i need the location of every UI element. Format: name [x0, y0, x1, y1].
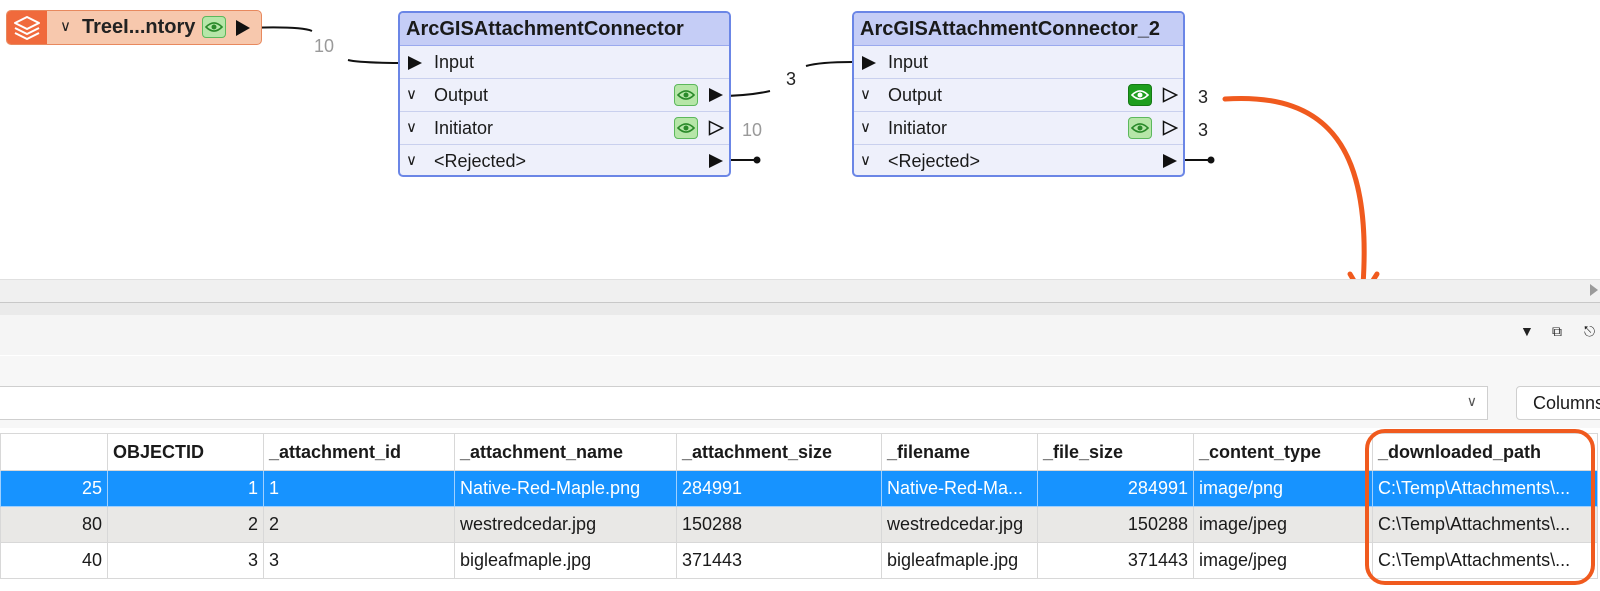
feature-type-selector[interactable]: ∨ — [0, 386, 1488, 420]
column-header-file-size[interactable]: _file_size — [1037, 433, 1194, 471]
input-port-icon[interactable] — [407, 55, 423, 71]
cell-attachment-name: westredcedar.jpg — [454, 506, 677, 543]
layers-icon — [7, 11, 47, 44]
port-label: <Rejected> — [888, 151, 981, 171]
chevron-down-icon[interactable]: ∨ — [860, 79, 871, 111]
column-header-attachment-id[interactable]: _attachment_id — [263, 433, 455, 471]
chevron-down-icon[interactable]: ∨ — [406, 145, 417, 175]
port-output[interactable]: ∨ Output — [854, 79, 1183, 112]
port-label: Output — [434, 85, 489, 105]
cell-file-size: 150288 — [1037, 506, 1194, 543]
filter-bar: ∨ Columns — [0, 386, 1600, 428]
inspector-toolbar — [0, 356, 1600, 387]
scroll-right-arrow-icon[interactable] — [1590, 284, 1598, 296]
feature-count-connector2-output: 3 — [1198, 87, 1209, 107]
chevron-down-icon[interactable]: ∨ — [1467, 393, 1477, 410]
transformer-title: ArcGISAttachmentConnector_2 — [854, 13, 1183, 46]
output-port-icon[interactable] — [1162, 153, 1178, 169]
columns-button[interactable]: Columns — [1516, 386, 1600, 420]
cell-attachment-size: 371443 — [676, 542, 882, 579]
inspector-panel-header: ▼ ⧉ ⎋ — [0, 315, 1600, 355]
port-label: Output — [888, 85, 943, 105]
cell-content-type: image/jpeg — [1193, 506, 1373, 543]
canvas-horizontal-scrollbar[interactable] — [0, 279, 1600, 302]
port-input[interactable]: Input — [400, 46, 729, 79]
cell-attachment-id: 1 — [263, 470, 455, 507]
port-label: Input — [888, 52, 929, 72]
port-label: Initiator — [434, 118, 494, 138]
feature-count-connector-initiator: 10 — [742, 120, 763, 140]
column-header-content-type[interactable]: _content_type — [1193, 433, 1373, 471]
table-row[interactable]: 80 2 2 westredcedar.jpg 150288 westredce… — [0, 506, 1598, 543]
chevron-down-icon[interactable]: ∨ — [406, 79, 417, 111]
cell-row-number: 80 — [0, 506, 108, 543]
cell-filename: bigleafmaple.jpg — [881, 542, 1038, 579]
port-label: <Rejected> — [434, 151, 527, 171]
column-header-row-number[interactable] — [0, 433, 108, 471]
cell-file-size: 371443 — [1037, 542, 1194, 579]
column-header-attachment-name[interactable]: _attachment_name — [454, 433, 677, 471]
column-header-attachment-size[interactable]: _attachment_size — [676, 433, 882, 471]
chevron-down-icon[interactable]: ∨ — [860, 112, 871, 144]
cell-attachment-id: 2 — [263, 506, 455, 543]
cell-attachment-name: Native-Red-Maple.png — [454, 470, 677, 507]
panel-splitter[interactable] — [0, 302, 1600, 316]
cell-objectid: 3 — [107, 542, 264, 579]
cell-file-size: 284991 — [1037, 470, 1194, 507]
output-port-outline-icon[interactable] — [708, 120, 724, 136]
port-label: Initiator — [888, 118, 948, 138]
cell-objectid: 2 — [107, 506, 264, 543]
cell-attachment-name: bigleafmaple.jpg — [454, 542, 677, 579]
annotation-highlight-box — [1365, 429, 1595, 585]
output-port-outline-icon[interactable] — [1162, 120, 1178, 136]
output-port-icon[interactable] — [235, 19, 251, 37]
port-initiator[interactable]: ∨ Initiator — [400, 112, 729, 145]
output-port-icon[interactable] — [708, 153, 724, 169]
cell-filename: Native-Red-Ma... — [881, 470, 1038, 507]
output-port-outline-icon[interactable] — [1162, 87, 1178, 103]
cell-attachment-size: 150288 — [676, 506, 882, 543]
port-input[interactable]: Input — [854, 46, 1183, 79]
cell-filename: westredcedar.jpg — [881, 506, 1038, 543]
feature-cache-eye-icon[interactable] — [202, 16, 226, 38]
feature-cache-eye-icon[interactable] — [674, 117, 698, 139]
transformer-arcgis-attachment-connector[interactable]: ArcGISAttachmentConnector Input ∨ Output… — [398, 11, 731, 177]
cell-content-type: image/png — [1193, 470, 1373, 507]
cell-attachment-id: 3 — [263, 542, 455, 579]
feature-table: OBJECTID _attachment_id _attachment_name… — [0, 433, 1598, 579]
port-rejected[interactable]: ∨ <Rejected> — [400, 145, 729, 175]
chevron-down-icon[interactable]: ∨ — [406, 112, 417, 144]
port-label: Input — [434, 52, 475, 72]
input-port-icon[interactable] — [861, 55, 877, 71]
chevron-down-icon[interactable]: ∨ — [60, 17, 71, 35]
chevron-down-icon[interactable]: ∨ — [860, 145, 871, 175]
table-header-row: OBJECTID _attachment_id _attachment_name… — [0, 433, 1598, 471]
transformer-arcgis-attachment-connector-2[interactable]: ArcGISAttachmentConnector_2 Input ∨ Outp… — [852, 11, 1185, 177]
column-header-filename[interactable]: _filename — [881, 433, 1038, 471]
output-port-icon[interactable] — [708, 87, 724, 103]
cell-objectid: 1 — [107, 470, 264, 507]
feature-cache-eye-icon[interactable] — [674, 84, 698, 106]
cell-row-number: 25 — [0, 470, 108, 507]
port-initiator[interactable]: ∨ Initiator — [854, 112, 1183, 145]
dropdown-arrow-icon[interactable]: ▼ — [1520, 323, 1534, 339]
column-header-objectid[interactable]: OBJECTID — [107, 433, 264, 471]
feature-count-reader: 10 — [314, 36, 335, 56]
feature-cache-eye-icon-active[interactable] — [1128, 84, 1152, 106]
reader-node-treeinventory[interactable]: ∨ TreeI...ntory — [6, 10, 262, 45]
table-row[interactable]: 25 1 1 Native-Red-Maple.png 284991 Nativ… — [0, 470, 1598, 507]
port-output[interactable]: ∨ Output — [400, 79, 729, 112]
feature-count-connector2-initiator: 3 — [1198, 120, 1209, 140]
feature-count-connector-output: 3 — [786, 69, 797, 89]
cell-content-type: image/jpeg — [1193, 542, 1373, 579]
transformer-title: ArcGISAttachmentConnector — [400, 13, 729, 46]
feature-cache-eye-icon[interactable] — [1128, 117, 1152, 139]
pin-icon[interactable]: ⎋ — [1584, 323, 1595, 340]
cell-attachment-size: 284991 — [676, 470, 882, 507]
float-window-icon[interactable]: ⧉ — [1552, 323, 1562, 340]
port-rejected[interactable]: ∨ <Rejected> — [854, 145, 1183, 175]
table-row[interactable]: 40 3 3 bigleafmaple.jpg 371443 bigleafma… — [0, 542, 1598, 579]
reader-title: TreeI...ntory — [82, 16, 196, 38]
cell-row-number: 40 — [0, 542, 108, 579]
